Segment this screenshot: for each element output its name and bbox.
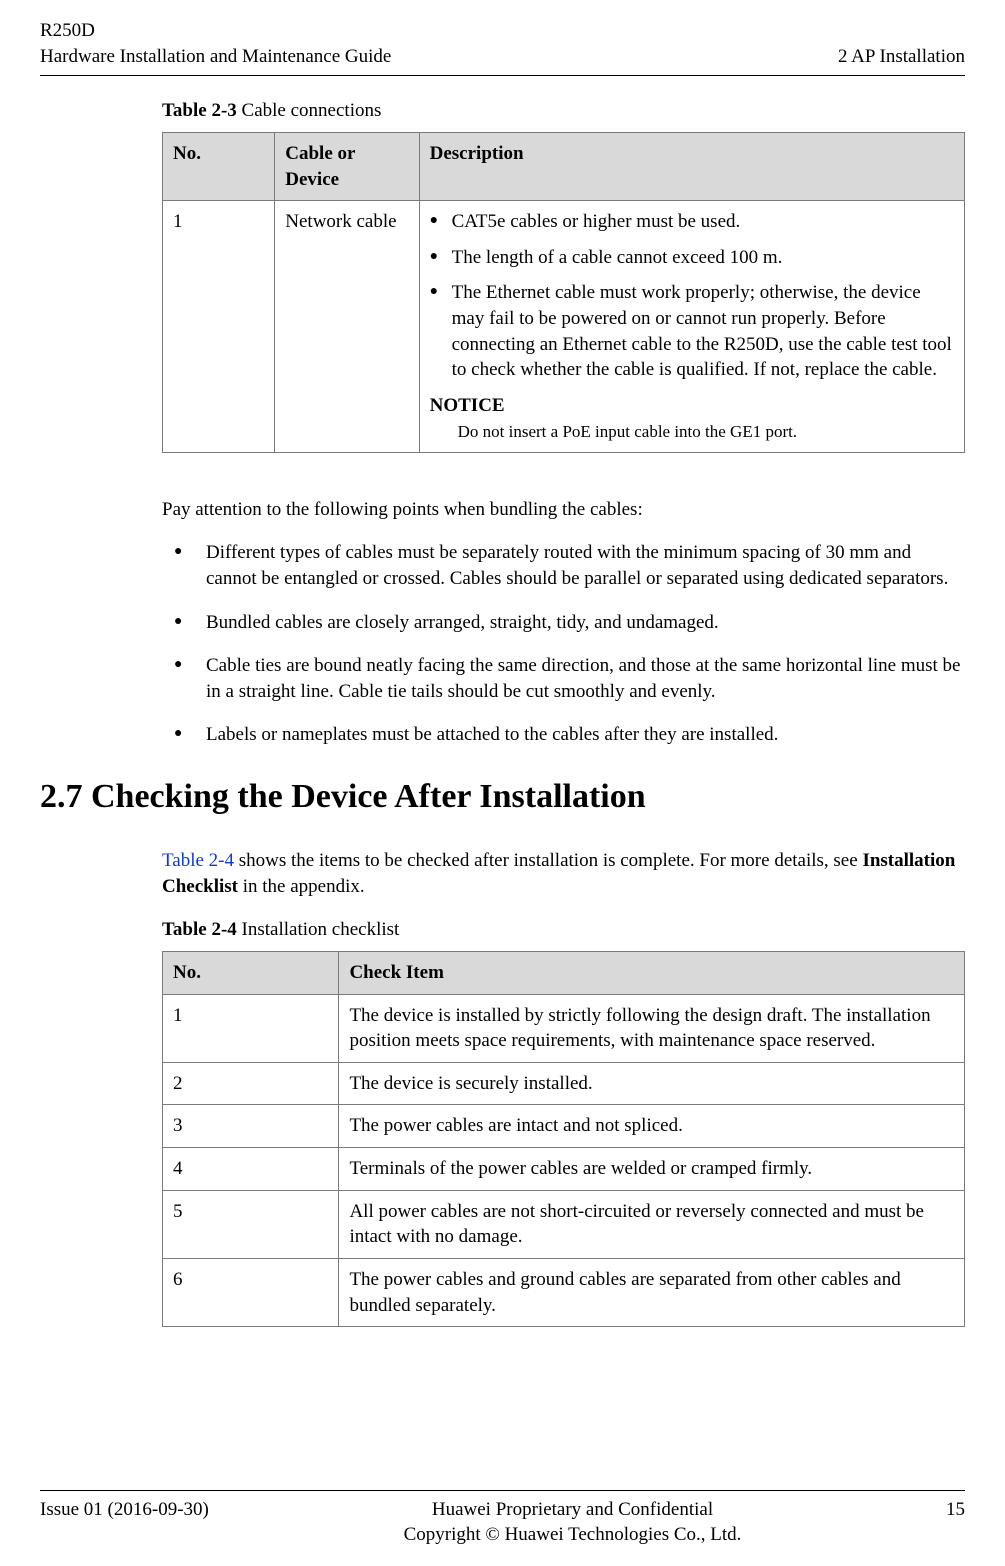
table-row: 3The power cables are intact and not spl… <box>163 1105 965 1148</box>
chapter-title: 2 AP Installation <box>838 44 965 70</box>
cell-item: Terminals of the power cables are welded… <box>339 1148 965 1191</box>
guide-title: Hardware Installation and Maintenance Gu… <box>40 44 391 70</box>
table-row: 1 Network cable CAT5e cables or higher m… <box>163 201 965 452</box>
footer-center: Huawei Proprietary and Confidential Copy… <box>240 1497 905 1548</box>
cell-no: 1 <box>163 201 275 452</box>
table-row: 5All power cables are not short-circuite… <box>163 1190 965 1258</box>
product-code: R250D <box>40 18 391 44</box>
table-row: 6The power cables and ground cables are … <box>163 1259 965 1327</box>
cell-description: CAT5e cables or higher must be used. The… <box>419 201 964 452</box>
cell-no: 3 <box>163 1105 339 1148</box>
cable-connections-table: No. Cable or Device Description 1 Networ… <box>162 132 965 453</box>
header-right: 2 AP Installation <box>838 18 965 69</box>
list-item: Cable ties are bound neatly facing the s… <box>162 653 965 704</box>
section-heading-2-7: 2.7 Checking the Device After Installati… <box>0 774 1005 820</box>
col-description: Description <box>419 132 964 200</box>
table-row: 4Terminals of the power cables are welde… <box>163 1148 965 1191</box>
cell-no: 2 <box>163 1062 339 1105</box>
cell-item: The device is securely installed. <box>339 1062 965 1105</box>
table-2-3-caption: Table 2-3 Cable connections <box>162 98 965 124</box>
desc-bullet: The length of a cable cannot exceed 100 … <box>430 245 954 271</box>
table-2-4-link[interactable]: Table 2-4 <box>162 850 234 871</box>
notice-text: Do not insert a PoE input cable into the… <box>430 421 954 444</box>
table-2-4-caption: Table 2-4 Installation checklist <box>162 917 965 943</box>
footer-rule <box>40 1490 965 1491</box>
header-left: R250D Hardware Installation and Maintena… <box>40 18 391 69</box>
cell-item: The power cables and ground cables are s… <box>339 1259 965 1327</box>
intro-paragraph: Pay attention to the following points wh… <box>162 497 965 523</box>
table-header-row: No. Cable or Device Description <box>163 132 965 200</box>
table-2-3-title: Cable connections <box>237 100 382 121</box>
text-tail: in the appendix. <box>238 876 365 897</box>
section-intro: Table 2-4 shows the items to be checked … <box>162 848 965 899</box>
list-item: Labels or nameplates must be attached to… <box>162 722 965 748</box>
proprietary-notice: Huawei Proprietary and Confidential <box>240 1497 905 1523</box>
table-row: 1The device is installed by strictly fol… <box>163 994 965 1062</box>
desc-bullet: CAT5e cables or higher must be used. <box>430 209 954 235</box>
cell-item: All power cables are not short-circuited… <box>339 1190 965 1258</box>
main-content: Table 2-3 Cable connections No. Cable or… <box>0 98 1005 748</box>
table-2-4-title: Installation checklist <box>237 919 400 940</box>
table-header-row: No. Check Item <box>163 951 965 994</box>
col-no: No. <box>163 132 275 200</box>
table-row: 2The device is securely installed. <box>163 1062 965 1105</box>
table-2-4-number: Table 2-4 <box>162 919 237 940</box>
list-item: Bundled cables are closely arranged, str… <box>162 610 965 636</box>
page-header: R250D Hardware Installation and Maintena… <box>0 0 1005 75</box>
cell-no: 5 <box>163 1190 339 1258</box>
col-no: No. <box>163 951 339 994</box>
cell-no: 4 <box>163 1148 339 1191</box>
desc-bullet: The Ethernet cable must work properly; o… <box>430 280 954 383</box>
cell-no: 1 <box>163 994 339 1062</box>
section-2-7-content: Table 2-4 shows the items to be checked … <box>0 848 1005 1327</box>
col-cable: Cable or Device <box>275 132 419 200</box>
issue-info: Issue 01 (2016-09-30) <box>40 1497 240 1523</box>
list-item: Different types of cables must be separa… <box>162 540 965 591</box>
installation-checklist-table: No. Check Item 1The device is installed … <box>162 951 965 1327</box>
cell-item: The power cables are intact and not spli… <box>339 1105 965 1148</box>
table-2-3-number: Table 2-3 <box>162 100 237 121</box>
notice-label: NOTICE <box>430 393 954 419</box>
page-footer: Issue 01 (2016-09-30) Huawei Proprietary… <box>0 1490 1005 1548</box>
text-mid: shows the items to be checked after inst… <box>234 850 862 871</box>
copyright-notice: Copyright © Huawei Technologies Co., Ltd… <box>240 1522 905 1548</box>
page-number: 15 <box>905 1497 965 1523</box>
cell-no: 6 <box>163 1259 339 1327</box>
cell-item: The device is installed by strictly foll… <box>339 994 965 1062</box>
cell-cable: Network cable <box>275 201 419 452</box>
col-check-item: Check Item <box>339 951 965 994</box>
bundling-bullets: Different types of cables must be separa… <box>162 540 965 748</box>
header-rule <box>40 75 965 76</box>
